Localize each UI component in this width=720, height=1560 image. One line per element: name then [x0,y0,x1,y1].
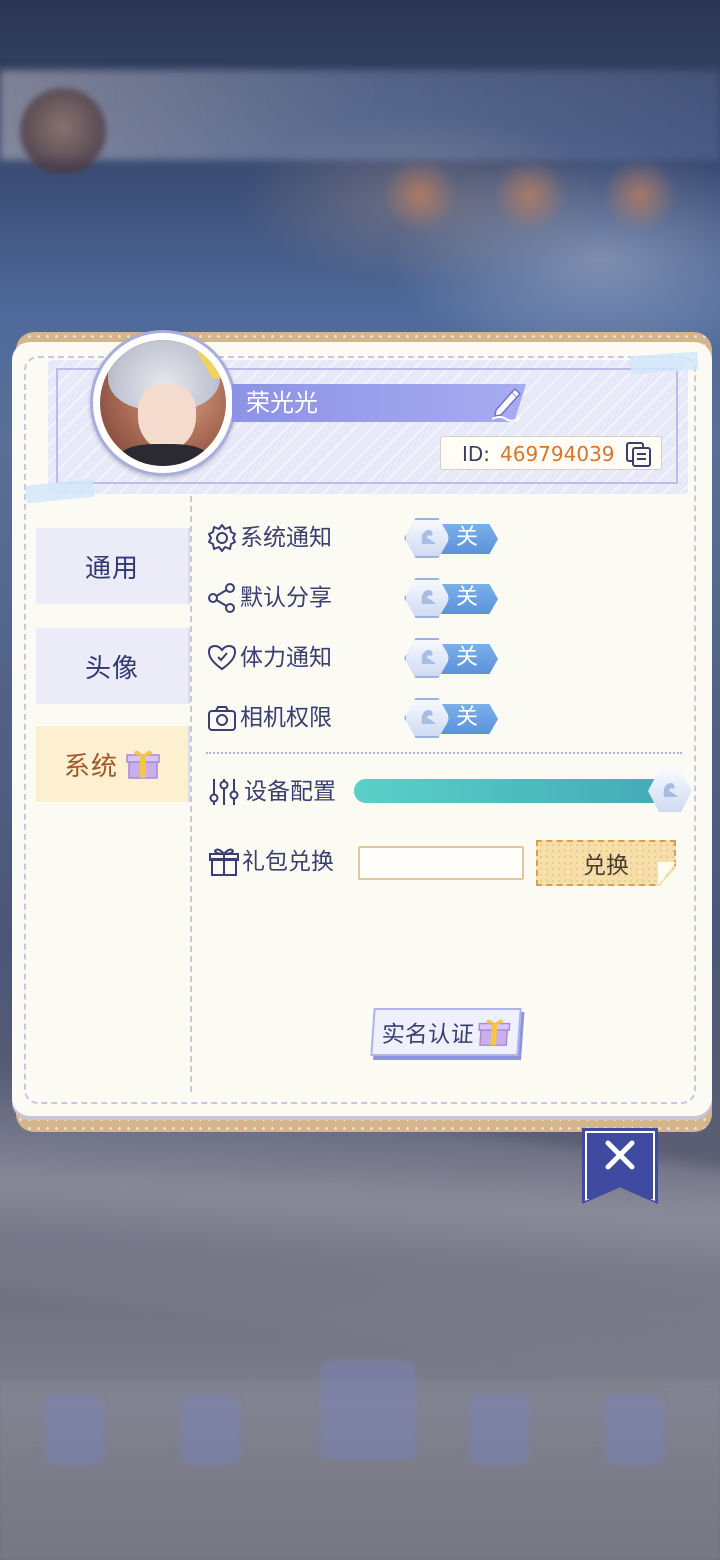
toggle-state: 关 [456,585,479,610]
toggle-label: 系统通知 [240,525,332,551]
stamina-notification-toggle[interactable]: 关 [404,638,500,678]
tab-system[interactable]: 系统 [36,726,190,802]
real-name-verification-button[interactable]: 实名认证 [370,1008,522,1056]
toggle-label: 体力通知 [240,645,332,671]
system-notification-toggle[interactable]: 关 [404,518,500,558]
redeem-button[interactable]: 兑换 [536,840,676,886]
swan-icon [421,530,436,544]
swan-icon [663,783,678,797]
tab-label: 系统 [63,751,118,782]
gift-icon [126,750,160,779]
gift-code-input[interactable] [358,846,524,880]
background-badge [600,160,680,230]
toggle-state: 关 [456,705,479,730]
device-config-label: 设备配置 [244,779,336,805]
player-name: 荣光光 [246,389,318,417]
toggle-state: 关 [456,525,479,550]
background-avatar [20,88,106,174]
tab-label: 通用 [84,553,139,584]
real-name-label: 实名认证 [380,1022,475,1048]
swan-icon [421,590,436,604]
copy-icon[interactable] [624,440,654,468]
background-top-bar [0,70,720,160]
tab-label: 头像 [84,653,139,684]
avatar[interactable] [100,340,226,466]
gift-icon [209,848,239,876]
share-icon [208,583,235,613]
tab-divider [190,496,192,1092]
swan-icon [421,710,436,724]
background-dock-icon [604,1395,664,1465]
gear-icon [208,524,236,552]
sliders-icon [209,779,239,805]
background-badge [380,160,460,230]
background-badge [490,160,570,230]
close-icon [605,1140,635,1170]
default-share-toggle[interactable]: 关 [404,578,500,618]
slider-fill [354,779,674,803]
tab-avatar[interactable]: 头像 [36,628,190,704]
edit-name-icon[interactable] [486,384,526,422]
toggle-label: 默认分享 [240,585,332,611]
camera-permission-toggle[interactable]: 关 [404,698,500,738]
redeem-button-label: 兑换 [583,853,629,879]
heart-icon [207,644,237,671]
tab-general[interactable]: 通用 [36,528,190,604]
section-divider [206,752,682,758]
background-dock-icon [180,1395,240,1465]
background-dock-icon [320,1360,416,1460]
toggle-label: 相机权限 [240,705,332,731]
camera-icon [208,706,236,731]
gift-code-label: 礼包兑换 [242,849,334,875]
swan-icon [421,650,436,664]
toggle-state: 关 [456,645,479,670]
gift-icon [478,1019,511,1046]
background-dock-icon [470,1395,530,1465]
id-value: 469794039 [500,442,615,466]
background-dock-icon [44,1395,104,1465]
id-label: ID: [462,442,491,466]
